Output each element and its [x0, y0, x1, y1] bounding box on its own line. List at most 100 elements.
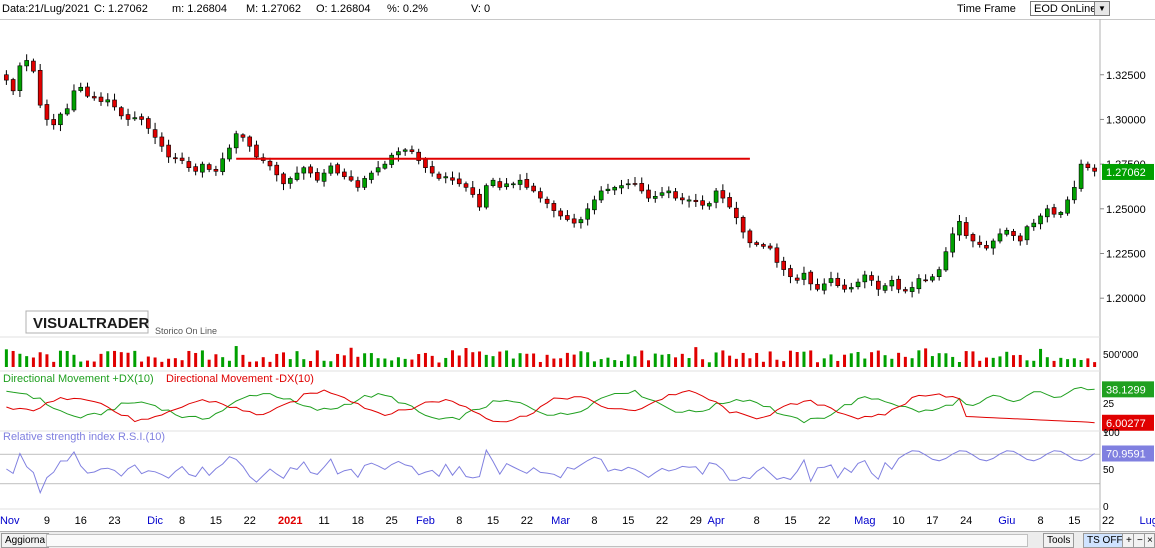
volume-bar: [518, 353, 522, 367]
candle-body: [186, 161, 192, 169]
candle-body: [612, 187, 618, 191]
rsi-title: Relative strength index R.S.I.(10): [3, 431, 165, 443]
volume-bar: [45, 354, 49, 367]
candle-body: [815, 284, 820, 290]
horizontal-scrollbar[interactable]: [46, 534, 1028, 547]
candle-body: [848, 287, 854, 290]
candle-body: [524, 179, 530, 188]
candle-body: [1024, 226, 1030, 241]
chart-area[interactable]: 1.325001.300001.275001.250001.225001.200…: [0, 19, 1155, 531]
volume-bar: [741, 352, 745, 367]
volume-bar: [613, 360, 617, 367]
volume-bar: [565, 352, 569, 367]
x-tick-label: 17: [926, 515, 938, 527]
volume-bar: [396, 357, 400, 367]
candle-body: [105, 99, 111, 103]
candle-body: [152, 129, 158, 138]
volume-bar: [552, 358, 556, 367]
volume-bar: [417, 354, 421, 367]
volume-bar: [275, 353, 279, 367]
candle-body: [1011, 231, 1016, 236]
logo-subtitle: Storico On Line: [155, 326, 217, 336]
marks-layer: [4, 54, 1097, 495]
candle-body: [146, 118, 151, 129]
dmi-minus-legend: Directional Movement -DX(10): [166, 373, 314, 385]
candle-body: [943, 251, 949, 271]
volume-bar: [478, 351, 482, 367]
candle-body: [247, 136, 253, 147]
candle-body: [835, 277, 841, 286]
volume-bar: [782, 361, 786, 367]
dmi-tick-label: 25: [1103, 399, 1115, 410]
volume-bar: [687, 358, 691, 367]
volume-bar: [457, 355, 461, 367]
close-icon[interactable]: ×: [1144, 533, 1155, 548]
candle-body: [909, 287, 915, 292]
x-tick-label: Lug: [1140, 515, 1155, 527]
timeframe-select[interactable]: EOD OnLine ▼: [1030, 1, 1110, 16]
volume-bar: [363, 353, 367, 367]
volume-bar: [836, 360, 840, 367]
rsi-line: [6, 448, 1095, 495]
volume-bar: [572, 354, 576, 367]
candle-body: [193, 166, 198, 172]
tools-button[interactable]: Tools: [1043, 533, 1075, 548]
candle-body: [267, 160, 273, 167]
candle-body: [490, 179, 496, 186]
candle-body: [477, 193, 482, 208]
rsi-tick-label: 0: [1103, 502, 1109, 513]
volume-bar: [505, 350, 509, 367]
volume-bar: [444, 357, 448, 367]
candle-body: [10, 79, 16, 92]
x-tick-label: Dic: [147, 515, 163, 527]
aggiorna-button[interactable]: Aggiorna: [1, 533, 50, 548]
candle-body: [348, 176, 354, 181]
x-tick-label: 15: [1068, 515, 1080, 527]
volume-bar: [133, 350, 137, 367]
volume-bar: [484, 354, 488, 367]
chevron-down-icon[interactable]: ▼: [1094, 2, 1109, 15]
candle-body: [159, 136, 165, 147]
volume-bar: [390, 360, 394, 367]
candle-body: [200, 163, 205, 173]
candle-body: [98, 96, 104, 102]
volume-bar: [843, 354, 847, 367]
candle-body: [788, 268, 793, 278]
candle-body: [402, 149, 408, 152]
volume-bar: [917, 350, 921, 367]
candle-body: [1045, 208, 1050, 218]
volume-bar: [748, 358, 752, 367]
x-tick-label: 25: [386, 515, 398, 527]
candle-body: [1058, 212, 1064, 215]
volume-bar: [92, 361, 96, 367]
candle-body: [862, 274, 868, 283]
candle-body: [118, 107, 124, 117]
candle-body: [44, 104, 50, 120]
volume-bar: [1093, 362, 1097, 367]
candle-body: [71, 90, 77, 111]
volume-bar: [728, 355, 732, 367]
candle-body: [362, 178, 367, 188]
dmi-plus-value: 38.1299: [1106, 384, 1146, 396]
candle-body: [78, 86, 84, 91]
candle-body: [990, 240, 996, 249]
volume-bar: [31, 357, 35, 367]
ts-off-button[interactable]: TS OFF: [1083, 533, 1127, 548]
volume-bar: [937, 353, 941, 367]
volume-bar: [4, 349, 8, 367]
volume-bar: [788, 350, 792, 367]
volume-bar: [288, 359, 292, 367]
volume-bar: [336, 353, 340, 367]
candle-body: [166, 144, 171, 158]
dmi-plus-legend: Directional Movement +DX(10): [3, 373, 154, 385]
candle-body: [1051, 207, 1057, 215]
candle-body: [680, 197, 685, 201]
volume-bar: [227, 360, 231, 367]
volume-bar: [721, 350, 725, 367]
candle-body: [585, 208, 590, 220]
volume-bar: [376, 358, 380, 367]
volume-bar: [951, 356, 955, 367]
candle-body: [950, 233, 955, 253]
volume-bar: [978, 360, 982, 367]
volume-bar: [667, 354, 671, 367]
